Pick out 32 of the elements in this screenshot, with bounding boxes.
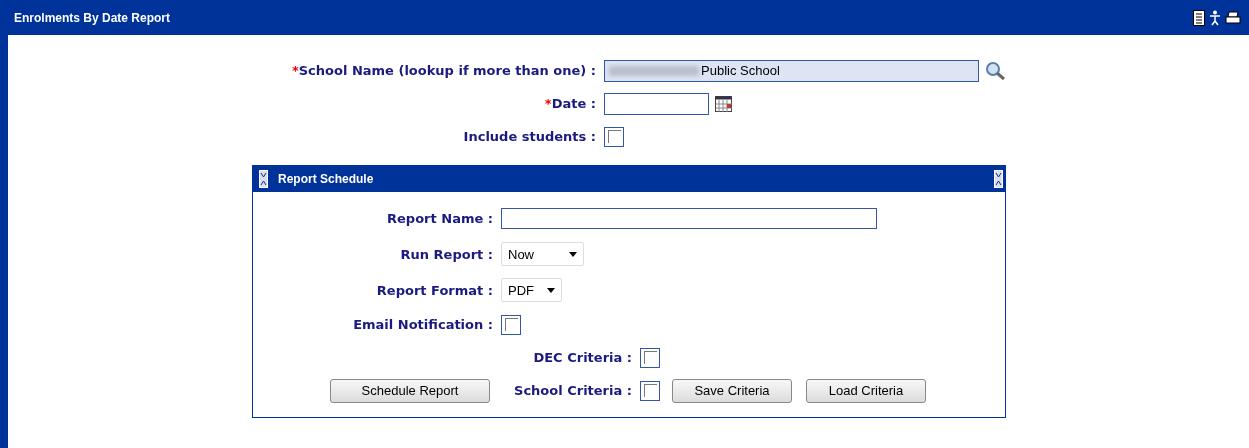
report-name-field[interactable] [501,207,877,229]
collapse-icon[interactable] [259,170,268,188]
caret-icon [547,287,555,293]
checkbox[interactable] [501,314,521,335]
load-criteria-button[interactable]: Load Criteria [806,378,926,403]
window-title: Enrolments By Date Report [14,10,171,25]
print-icon[interactable] [1225,10,1241,25]
checkbox[interactable] [640,347,660,368]
report-format-dropdown[interactable]: PDF [501,278,562,302]
collapse-icon[interactable] [994,170,1003,188]
accessibility-icon[interactable] [1209,9,1221,26]
checkbox[interactable] [640,380,660,401]
field-label: School Criteria : [513,383,633,398]
field-label: Email Notification : [352,317,494,332]
search-icon[interactable] [985,60,1007,81]
field-label: Run Report : [399,246,494,262]
schedule-report-button[interactable]: Schedule Report [330,378,490,403]
field-label: DEC Criteria : [532,350,633,365]
field-label: *Date : [543,96,597,111]
field-label: Report Format : [375,282,494,298]
caret-icon [569,251,577,257]
panel-title: Report Schedule [278,172,374,186]
document-icon[interactable] [1193,9,1205,26]
field-label: *School Name (lookup if more than one) : [290,63,597,78]
checkbox[interactable] [604,126,624,147]
field-label: Include students : [462,129,597,144]
save-criteria-button[interactable]: Save Criteria [672,378,792,403]
calendar-icon[interactable] [715,95,732,112]
date-field[interactable] [604,92,709,115]
run-report-dropdown[interactable]: Now [501,242,584,266]
school-name-field[interactable]: Public School [604,59,979,82]
field-label: Report Name : [386,210,494,226]
